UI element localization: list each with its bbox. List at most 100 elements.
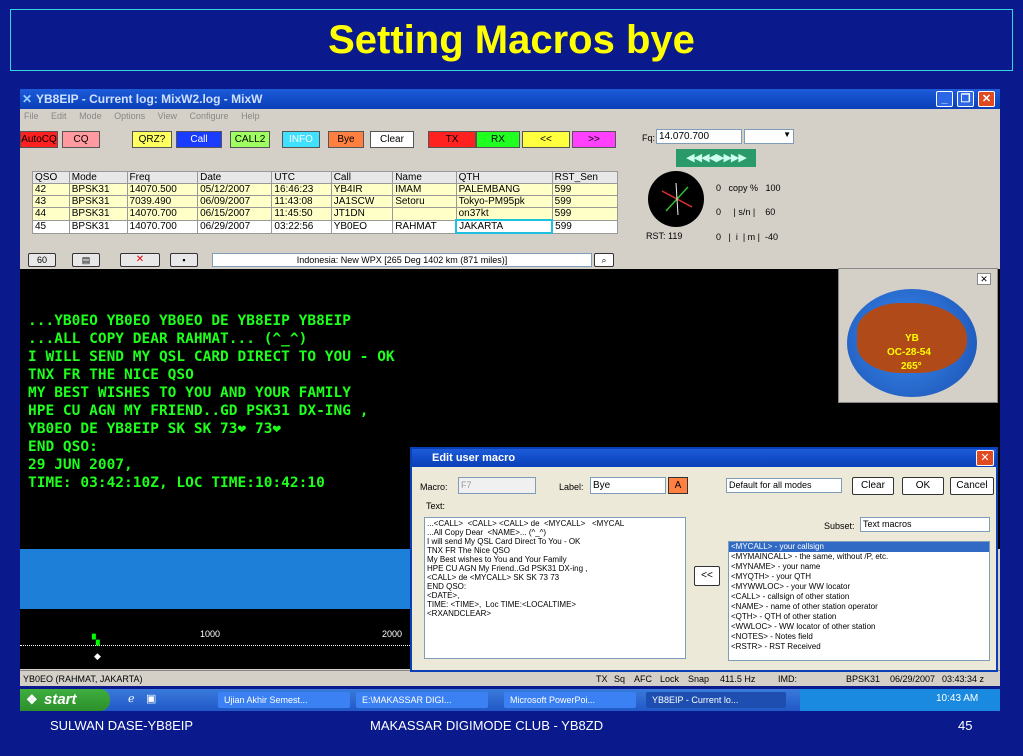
menu-edit[interactable]: Edit — [51, 111, 67, 121]
table-cell: 06/09/2007 — [197, 195, 273, 208]
window-titlebar[interactable]: ✕ YB8EIP - Current log: MixW2.log - MixW — [20, 89, 1000, 109]
table-cell: 43 — [32, 195, 70, 208]
dialog-ok-button[interactable]: OK — [902, 477, 944, 495]
scope-select[interactable]: Default for all modes — [726, 478, 842, 493]
log-table: QSO Mode Freq Date UTC Call Name QTH RST… — [32, 171, 619, 234]
list-item[interactable]: <MYMAINCALL> - the same, without /P, etc… — [729, 552, 989, 562]
macro-text-area[interactable]: ...<CALL> <CALL> <CALL> de <MYCALL> <MYC… — [424, 517, 686, 659]
terminal-line: 29 JUN 2007, — [28, 457, 133, 473]
prev-button[interactable]: << — [522, 131, 570, 148]
col-date[interactable]: Date — [197, 171, 273, 184]
globe-close-icon[interactable]: ✕ — [977, 273, 991, 285]
next-button[interactable]: >> — [572, 131, 616, 148]
quicklaunch-desktop-icon[interactable]: ▣ — [146, 692, 156, 705]
list-item[interactable]: <RSTR> - RST Received — [729, 642, 989, 652]
status-imd: IMD: — [778, 674, 797, 684]
save-icon[interactable]: ▪ — [170, 253, 198, 267]
menu-file[interactable]: File — [24, 111, 39, 121]
menu-options[interactable]: Options — [114, 111, 145, 121]
table-cell: 44 — [32, 207, 70, 221]
menu-configure[interactable]: Configure — [190, 111, 229, 121]
close-button[interactable]: ✕ — [978, 91, 995, 107]
col-qth[interactable]: QTH — [455, 171, 553, 184]
dialog-close-icon[interactable]: ✕ — [976, 450, 994, 466]
macro-list[interactable]: <MYCALL> - your callsign <MYMAINCALL> - … — [728, 541, 990, 661]
waterfall-scale[interactable]: 1000 2000 ▚ ◆ — [20, 609, 410, 669]
menu-help[interactable]: Help — [241, 111, 260, 121]
label-color-button[interactable]: A — [668, 477, 688, 494]
col-name[interactable]: Name — [392, 171, 457, 184]
dialog-titlebar[interactable]: Edit user macro — [412, 449, 996, 467]
list-item[interactable]: <QTH> - QTH of other station — [729, 612, 989, 622]
col-utc[interactable]: UTC — [271, 171, 332, 184]
macro-select[interactable]: F7 — [458, 477, 536, 494]
qrz-button[interactable]: QRZ? — [132, 131, 172, 148]
table-row[interactable]: 42 BPSK31 14070.500 05/12/2007 16:46:23 YB4IR… — [32, 183, 619, 196]
list-item[interactable]: <NOTES> - Notes field — [729, 632, 989, 642]
subset-select[interactable]: Text macros — [860, 517, 990, 532]
status-sq[interactable]: Sq — [614, 671, 625, 686]
call-button[interactable]: Call — [176, 131, 222, 148]
lookup-button[interactable]: 60 — [28, 253, 56, 267]
list-item[interactable]: <WWLOC> - WW locator of other station — [729, 622, 989, 632]
bye-button[interactable]: Bye — [328, 131, 364, 148]
list-item[interactable]: <NAME> - name of other station operator — [729, 602, 989, 612]
start-button[interactable]: ❖ start — [20, 689, 110, 711]
task-explorer[interactable]: E:\MAKASSAR DIGI... — [356, 692, 488, 708]
slide-number: 45 — [958, 718, 973, 733]
cursor-marker-icon[interactable]: ◆ — [94, 651, 101, 662]
table-row[interactable]: 43 BPSK31 7039.490 06/09/2007 11:43:08 JA1SCW… — [32, 195, 619, 208]
minimize-button[interactable]: _ — [936, 91, 953, 107]
cq-button[interactable]: CQ — [62, 131, 100, 148]
col-call[interactable]: Call — [330, 171, 394, 184]
status-bar: YB0EO (RAHMAT, JAKARTA) TX Sq AFC Lock S… — [20, 670, 1000, 686]
tx-button[interactable]: TX — [428, 131, 476, 148]
autocq-button[interactable]: AutoCQ — [20, 131, 58, 148]
carrier-marker-icon[interactable]: ▚ — [92, 635, 100, 646]
table-row-selected[interactable]: 45 BPSK31 14070.700 06/29/2007 03:22:56 YB0EO… — [32, 219, 619, 234]
list-item[interactable]: <CALL> - callsign of other station — [729, 592, 989, 602]
tuning-arrows[interactable]: ◀◀◀◀▶▶▶▶ — [676, 149, 756, 167]
list-item[interactable]: <MYCALL> - your callsign — [729, 542, 989, 552]
list-item[interactable]: <MYNAME> - your name — [729, 562, 989, 572]
status-afc[interactable]: AFC — [634, 671, 652, 686]
edit-icon[interactable]: ▤ — [72, 253, 100, 267]
task-mixw[interactable]: YB8EIP - Current lo... — [646, 692, 786, 708]
clear-button[interactable]: Clear — [370, 131, 414, 148]
table-row[interactable]: 44 BPSK31 14070.700 06/15/2007 11:45:50 JT1DN… — [32, 207, 619, 221]
col-freq[interactable]: Freq — [126, 171, 199, 184]
task-ujian[interactable]: Ujian Akhir Semest... — [218, 692, 350, 708]
country-info-field[interactable]: Indonesia: New WPX [265 Deg 1402 km (871… — [212, 253, 592, 267]
menu-view[interactable]: View — [158, 111, 177, 121]
list-item[interactable]: <MYWWLOC> - your WW locator — [729, 582, 989, 592]
label-input[interactable]: Bye — [590, 477, 666, 494]
table-cell: 14070.700 — [126, 219, 199, 234]
col-mode[interactable]: Mode — [68, 171, 128, 184]
menu-mode[interactable]: Mode — [79, 111, 102, 121]
dialog-clear-button[interactable]: Clear — [852, 477, 894, 495]
freq-input[interactable]: 14.070.700 — [656, 129, 742, 144]
status-date: 06/29/2007 — [890, 674, 936, 684]
status-tx[interactable]: TX — [596, 671, 608, 686]
rx-button[interactable]: RX — [476, 131, 520, 148]
delete-icon[interactable]: ✕ — [120, 253, 160, 267]
terminal-line: MY BEST WISHES TO YOU AND YOUR FAMILY — [28, 385, 352, 401]
info-button[interactable]: INFO — [282, 131, 320, 148]
transmit-area[interactable] — [20, 549, 410, 609]
list-item[interactable]: <MYQTH> - your QTH — [729, 572, 989, 582]
quicklaunch-ie-icon[interactable]: ℯ — [128, 692, 135, 705]
search-icon[interactable]: ⌕ — [594, 253, 614, 267]
col-rst[interactable]: RST_Sen — [551, 171, 619, 184]
insert-macro-button[interactable]: << — [694, 566, 720, 586]
task-powerpoint[interactable]: Microsoft PowerPoi... — [504, 692, 636, 708]
call2-button[interactable]: CALL2 — [230, 131, 270, 148]
col-qso[interactable]: QSO — [32, 171, 70, 184]
clock[interactable]: 10:43 AM — [936, 693, 978, 704]
dialog-cancel-button[interactable]: Cancel — [950, 477, 994, 495]
status-mode[interactable]: BPSK31 — [846, 671, 880, 686]
status-snap[interactable]: Snap — [688, 671, 709, 686]
table-cell: 42 — [32, 183, 70, 196]
status-lock[interactable]: Lock — [660, 671, 679, 686]
maximize-button[interactable]: ❐ — [957, 91, 974, 107]
freq-dropdown[interactable]: ▼ — [744, 129, 794, 144]
